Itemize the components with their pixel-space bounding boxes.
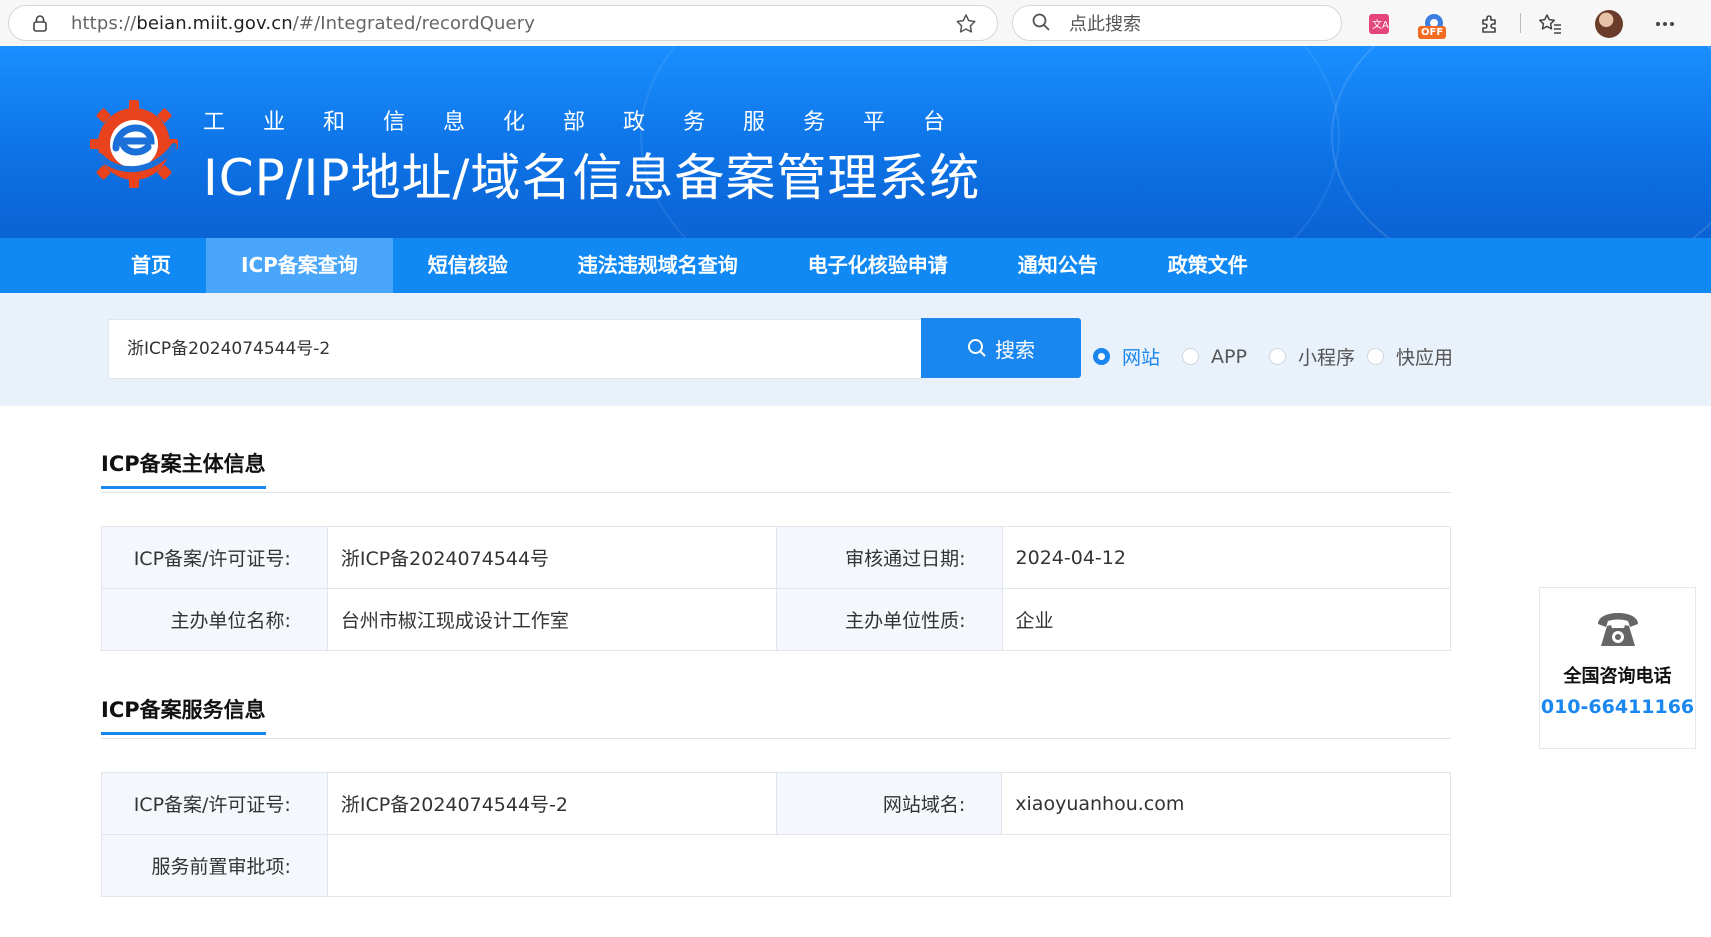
table-row: 服务前置审批项: [101, 834, 1452, 897]
table-row: 主办单位名称: 台州市椒江现成设计工作室 主办单位性质: 企业 [101, 588, 1452, 651]
field-label: 网站域名: [775, 772, 1003, 835]
radio-app[interactable]: APP [1182, 346, 1247, 368]
service-info-table: ICP备案/许可证号: 浙ICP备2024074544号-2 网站域名: xia… [101, 772, 1452, 897]
record-search-input[interactable]: 浙ICP备2024074544号-2 [108, 319, 922, 379]
browser-toolbar: https://beian.miit.gov.cn/#/Integrated/r… [0, 0, 1711, 46]
address-bar[interactable]: https://beian.miit.gov.cn/#/Integrated/r… [8, 5, 998, 41]
radio-website[interactable]: 网站 [1093, 343, 1160, 370]
field-value: 浙ICP备2024074544号 [326, 526, 777, 589]
favorites-list-icon[interactable] [1537, 11, 1563, 37]
field-value: 浙ICP备2024074544号-2 [326, 772, 777, 835]
search-button-label: 搜索 [995, 337, 1035, 362]
search-type-radios: 网站 APP 小程序 快应用 [1093, 343, 1475, 370]
telephone-icon [1540, 610, 1695, 650]
header-banner: 工业和信息化部政务服务平台 ICP/IP地址/域名信息备案管理系统 [0, 46, 1711, 238]
nav-item-notices[interactable]: 通知公告 [983, 238, 1133, 293]
browser-search-box[interactable]: 点此搜索 [1012, 5, 1342, 41]
search-button[interactable]: 搜索 [921, 318, 1081, 378]
search-panel: 浙ICP备2024074544号-2 搜索 网站 APP 小程序 快应用 [0, 293, 1711, 406]
nav-item-illegal-domain-query[interactable]: 违法违规域名查询 [543, 238, 773, 293]
consult-hotline-box[interactable]: 全国咨询电话 010-66411166 [1539, 587, 1696, 749]
nav-item-home[interactable]: 首页 [96, 238, 206, 293]
field-label: 服务前置审批项: [101, 834, 328, 897]
main-nav: 首页 ICP备案查询 短信核验 违法违规域名查询 电子化核验申请 通知公告 政策… [0, 238, 1711, 293]
field-label: 主办单位性质: [775, 588, 1003, 651]
nav-item-icp-query[interactable]: ICP备案查询 [206, 238, 393, 293]
toolbar-separator [1520, 13, 1521, 33]
extensions-puzzle-icon[interactable] [1477, 11, 1503, 37]
field-label: ICP备案/许可证号: [101, 526, 328, 589]
service-info-title: ICP备案服务信息 [101, 694, 266, 735]
translate-icon[interactable]: 文A [1366, 11, 1392, 37]
field-value: 台州市椒江现成设计工作室 [326, 588, 777, 651]
nav-item-policy-docs[interactable]: 政策文件 [1133, 238, 1283, 293]
field-value: xiaoyuanhou.com [1001, 772, 1451, 835]
subject-info-divider [101, 492, 1451, 493]
subject-info-table: ICP备案/许可证号: 浙ICP备2024074544号 审核通过日期: 202… [101, 526, 1452, 651]
lock-icon[interactable] [29, 12, 51, 34]
search-icon [968, 339, 986, 357]
radio-mini-program[interactable]: 小程序 [1268, 343, 1355, 370]
field-label: 审核通过日期: [775, 526, 1003, 589]
field-label: ICP备案/许可证号: [101, 772, 328, 835]
field-value: 2024-04-12 [1001, 526, 1452, 589]
extension-off-badge: OFF [1418, 26, 1447, 39]
search-icon [1031, 12, 1053, 34]
profile-avatar[interactable] [1594, 9, 1624, 39]
radio-quick-app[interactable]: 快应用 [1366, 343, 1453, 370]
service-info-divider [101, 738, 1451, 739]
favorite-star-icon[interactable] [955, 13, 977, 35]
nav-item-electronic-verify-apply[interactable]: 电子化核验申请 [773, 238, 983, 293]
field-label: 主办单位名称: [101, 588, 328, 651]
url-text[interactable]: https://beian.miit.gov.cn/#/Integrated/r… [71, 13, 535, 34]
field-value [326, 834, 1452, 897]
more-menu-icon[interactable] [1652, 11, 1678, 37]
nav-item-sms-verify[interactable]: 短信核验 [393, 238, 543, 293]
consult-phone-number[interactable]: 010-66411166 [1540, 696, 1695, 718]
table-row: ICP备案/许可证号: 浙ICP备2024074544号 审核通过日期: 202… [101, 526, 1452, 589]
consult-title: 全国咨询电话 [1563, 666, 1672, 687]
search-placeholder: 点此搜索 [1069, 14, 1141, 35]
subject-info-title: ICP备案主体信息 [101, 448, 266, 489]
table-row: ICP备案/许可证号: 浙ICP备2024074544号-2 网站域名: xia… [101, 772, 1451, 835]
header-subtitle: 工业和信息化部政务服务平台 [203, 110, 984, 135]
svg-text:文A: 文A [1372, 18, 1389, 31]
field-value: 企业 [1001, 588, 1452, 651]
miit-logo-icon [86, 96, 182, 192]
page-title: ICP/IP地址/域名信息备案管理系统 [203, 149, 981, 207]
